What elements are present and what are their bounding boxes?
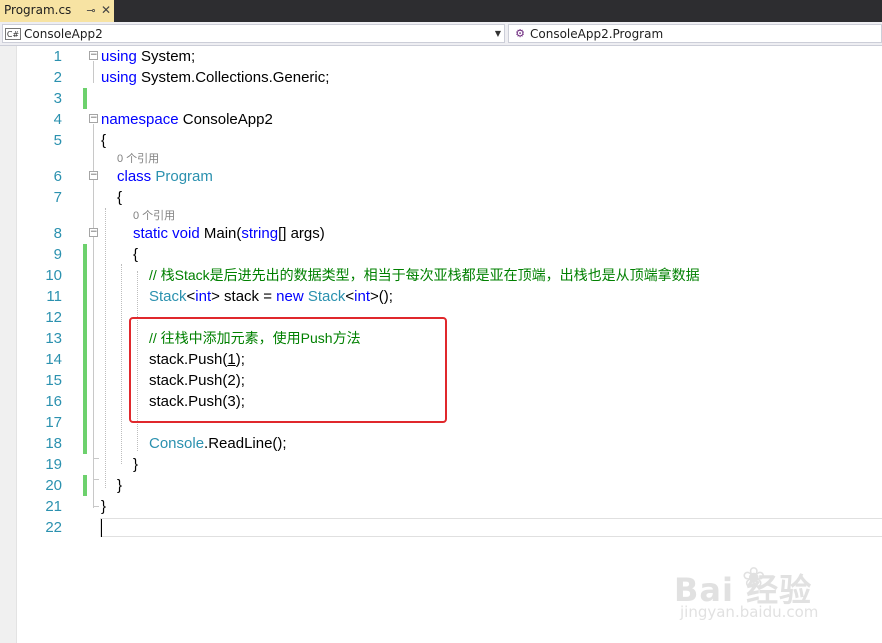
code-text: static void Main(string[] args) — [133, 225, 325, 242]
line-number: 2 — [53, 69, 62, 86]
code-comment: // 栈Stack是后进先出的数据类型，相当于每次亚栈都是亚在顶端，出栈也是从顶… — [149, 267, 700, 283]
watermark-url: jingyan.baidu.com — [680, 603, 819, 621]
tab-program-cs[interactable]: Program.cs ⊸ ✕ — [0, 0, 114, 22]
line-number: 20 — [45, 477, 62, 494]
change-indicator — [83, 475, 87, 496]
paw-icon: ❀ — [742, 561, 766, 594]
code-line: 3 — [0, 88, 882, 109]
code-line: 10 // 栈Stack是后进先出的数据类型，相当于每次亚栈都是亚在顶端，出栈也… — [0, 265, 882, 286]
code-text: Console.ReadLine(); — [149, 435, 287, 452]
class-dropdown-value: ConsoleApp2.Program — [530, 26, 664, 41]
code-text: Stack<int> stack = new Stack<int>(); — [149, 288, 393, 305]
text-caret — [101, 519, 102, 537]
line-number: 17 — [45, 414, 62, 431]
line-number: 10 — [45, 267, 62, 284]
line-number: 21 — [45, 498, 62, 515]
class-dropdown[interactable]: ⚙ ConsoleApp2.Program — [508, 24, 882, 43]
line-number: 13 — [45, 330, 62, 347]
line-number: 18 — [45, 435, 62, 452]
code-text: { — [117, 189, 123, 206]
csharp-project-icon: C# — [5, 27, 21, 40]
line-number: 5 — [53, 132, 62, 149]
baidu-jingyan-watermark: Bai 经验 ❀ jingyan.baidu.com — [674, 561, 874, 635]
code-line: 18 Console.ReadLine(); — [0, 433, 882, 454]
line-number: 3 — [53, 90, 62, 107]
code-line: 6 − class Program — [0, 166, 882, 187]
class-icon: ⚙ — [515, 27, 525, 40]
project-dropdown[interactable]: C# ConsoleApp2 ▼ — [2, 24, 505, 43]
line-number: 6 — [53, 168, 62, 185]
line-number: 12 — [45, 309, 62, 326]
line-number: 14 — [45, 351, 62, 368]
line-number: 8 — [53, 225, 62, 242]
change-indicator — [83, 433, 87, 454]
line-number: 16 — [45, 393, 62, 410]
code-text: { — [101, 132, 107, 149]
code-line: 5 { — [0, 130, 882, 151]
line-number: 4 — [53, 111, 62, 128]
change-indicator — [83, 328, 87, 349]
code-text: } — [133, 456, 139, 473]
change-indicator — [83, 244, 87, 265]
current-line-highlight — [100, 518, 882, 537]
code-text: } — [117, 477, 123, 494]
code-line: 21 } — [0, 496, 882, 517]
line-number: 11 — [46, 288, 62, 305]
change-indicator — [83, 265, 87, 286]
code-line: 20 } — [0, 475, 882, 496]
code-text: class Program — [117, 168, 213, 185]
code-line: 1 − using System; — [0, 46, 882, 67]
project-dropdown-value: ConsoleApp2 — [24, 26, 103, 41]
navigation-bar: C# ConsoleApp2 ▼ ⚙ ConsoleApp2.Program — [0, 22, 882, 46]
change-indicator — [83, 286, 87, 307]
line-number: 15 — [45, 372, 62, 389]
code-line: 11 Stack<int> stack = new Stack<int>(); — [0, 286, 882, 307]
change-indicator — [83, 412, 87, 433]
line-number: 7 — [53, 189, 62, 206]
code-text: } — [101, 498, 107, 515]
pin-icon[interactable]: ⊸ — [84, 4, 98, 17]
collapse-icon[interactable]: − — [89, 228, 98, 237]
code-lens-references[interactable]: 0 个引用 — [117, 152, 159, 166]
document-tab-bar: Program.cs ⊸ ✕ — [0, 0, 882, 22]
line-number: 9 — [53, 246, 62, 263]
change-indicator — [83, 88, 87, 109]
code-text: using System; — [101, 48, 196, 65]
code-line: 4 − namespace ConsoleApp2 — [0, 109, 882, 130]
line-number: 19 — [45, 456, 62, 473]
collapse-icon[interactable]: − — [89, 114, 98, 123]
change-indicator — [83, 370, 87, 391]
code-lens-references[interactable]: 0 个引用 — [133, 209, 175, 223]
code-line: 19 } — [0, 454, 882, 475]
code-line: 9 { — [0, 244, 882, 265]
code-text: { — [133, 246, 139, 263]
line-number: 1 — [53, 48, 62, 65]
line-number: 22 — [45, 519, 62, 536]
code-line: 8 − static void Main(string[] args) — [0, 223, 882, 244]
code-line: 2 using System.Collections.Generic; — [0, 67, 882, 88]
code-line: 7 { — [0, 187, 882, 208]
change-indicator — [83, 349, 87, 370]
code-text: using System.Collections.Generic; — [101, 69, 330, 86]
collapse-icon[interactable]: − — [89, 171, 98, 180]
code-editor[interactable]: 1 − using System; 2 using System.Collect… — [0, 46, 882, 643]
chevron-down-icon[interactable]: ▼ — [492, 29, 504, 38]
change-indicator — [83, 307, 87, 328]
annotation-highlight-box — [129, 317, 447, 423]
close-icon[interactable]: ✕ — [98, 3, 114, 17]
code-text: namespace ConsoleApp2 — [101, 111, 273, 128]
change-indicator — [83, 391, 87, 412]
collapse-icon[interactable]: − — [89, 51, 98, 60]
tab-title: Program.cs — [4, 3, 72, 17]
